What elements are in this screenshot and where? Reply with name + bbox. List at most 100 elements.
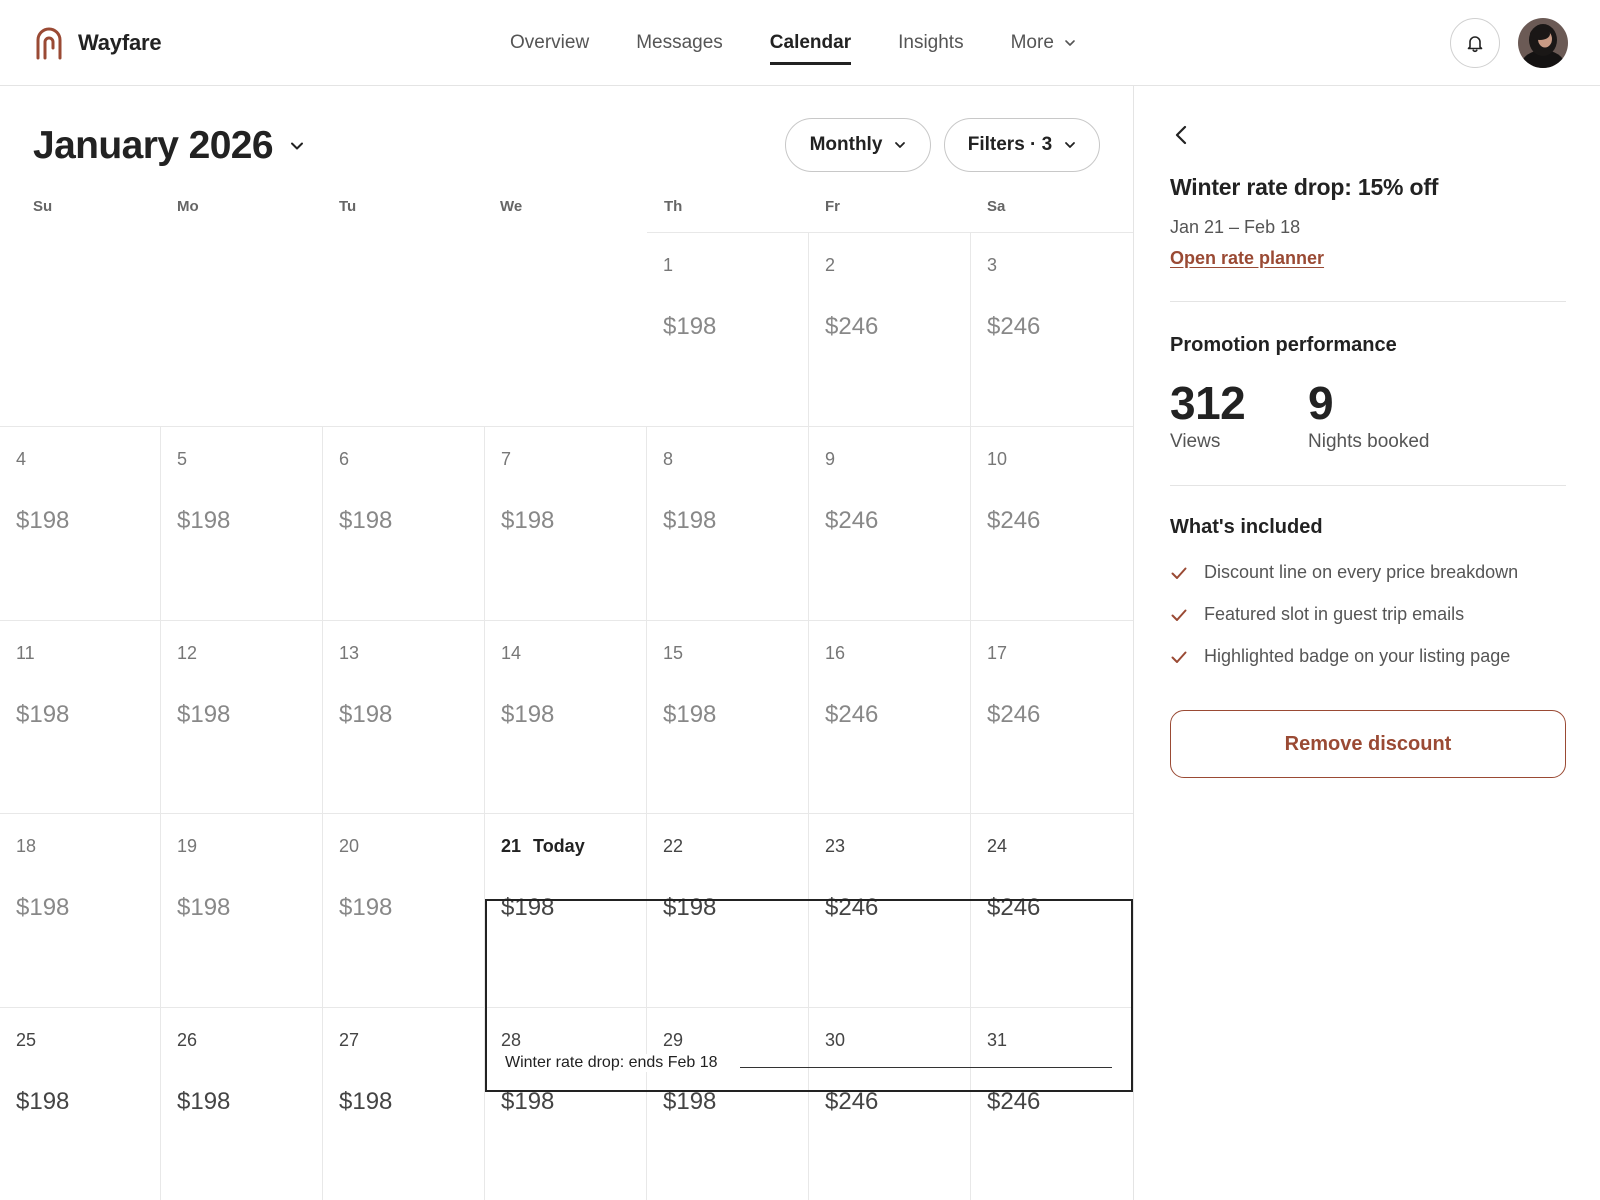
day-price: $198 [339, 701, 393, 728]
day-price: $198 [663, 507, 717, 534]
check-icon [1171, 567, 1187, 579]
calendar-day-cell[interactable]: 28 $198 [485, 1007, 647, 1200]
day-number: 25 [16, 1030, 37, 1050]
views-stat-label: Views [1170, 431, 1221, 452]
calendar-day-cell[interactable]: 18 $198 [0, 813, 161, 1007]
back-button[interactable] [1168, 122, 1194, 148]
calendar-day-cell[interactable]: 6 $198 [323, 426, 485, 620]
included-item-label: Featured slot in guest trip emails [1204, 604, 1465, 624]
calendar-day-cell[interactable]: 22 $198 [647, 813, 809, 1007]
calendar-day-cell[interactable]: 24 $246 [971, 813, 1133, 1007]
check-icon [1171, 651, 1187, 663]
calendar-day-cell[interactable]: 7 $198 [485, 426, 647, 620]
weekday-label: Mo [177, 198, 199, 215]
day-number: 11 [16, 643, 35, 663]
chevron-down-icon [290, 142, 303, 150]
day-price: $246 [987, 1088, 1041, 1115]
nav-messages[interactable]: Messages [636, 0, 723, 86]
nav-calendar[interactable]: Calendar [769, 0, 852, 86]
user-avatar[interactable] [1518, 18, 1568, 68]
day-number: 7 [501, 449, 512, 469]
calendar-day-cell[interactable]: 5 $198 [161, 426, 323, 620]
included-item-label: Highlighted badge on your listing page [1204, 646, 1511, 666]
view-mode-dropdown[interactable]: Monthly [785, 118, 931, 172]
views-stat-value: 312 [1170, 377, 1246, 429]
day-price: $246 [825, 1088, 879, 1115]
calendar-day-cell[interactable]: 12 $198 [161, 620, 323, 814]
day-price: $198 [16, 507, 70, 534]
weekday-label: Sa [987, 198, 1006, 215]
day-price: $246 [987, 507, 1041, 534]
day-price: $198 [501, 701, 555, 728]
calendar-day-cell[interactable]: 2 $246 [809, 232, 971, 426]
day-price: $198 [16, 701, 70, 728]
open-rate-planner-link[interactable]: Open rate planner [1170, 248, 1324, 269]
remove-discount-button[interactable]: Remove discount [1170, 710, 1566, 778]
nav-more[interactable]: More [1011, 0, 1076, 86]
calendar-day-cell[interactable]: 16 $246 [809, 620, 971, 814]
day-number: 20 [339, 836, 360, 856]
included-item: Highlighted badge on your listing page [1170, 646, 1510, 667]
day-number: 17 [987, 643, 1008, 663]
filters-label: Filters · 3 [967, 134, 1053, 155]
day-number: 2 [825, 255, 836, 275]
calendar-day-cell[interactable]: 26 $198 [161, 1007, 323, 1200]
calendar-day-cell[interactable]: 1 $198 [647, 232, 809, 426]
day-price: $198 [339, 1088, 393, 1115]
divider [1170, 485, 1566, 486]
avatar-image [1518, 18, 1568, 68]
day-price: $198 [177, 1088, 231, 1115]
weekday-label: Tu [339, 198, 357, 215]
day-price: $246 [825, 313, 879, 340]
promotion-range-label: Winter rate drop: ends Feb 18 [505, 1054, 718, 1072]
month-selector[interactable]: January 2026 [33, 124, 305, 168]
notifications-button[interactable] [1450, 18, 1500, 68]
main-nav: Overview Messages Calendar Insights More [510, 0, 1123, 86]
calendar-day-cell[interactable]: 25 $198 [0, 1007, 161, 1200]
calendar-day-cell[interactable]: 8 $198 [647, 426, 809, 620]
calendar-day-cell[interactable]: 29 $198 [647, 1007, 809, 1200]
brand[interactable]: Wayfare [34, 26, 162, 60]
day-number: 9 [825, 449, 836, 469]
day-price: $198 [177, 507, 231, 534]
calendar-day-cell[interactable]: 20 $198 [323, 813, 485, 1007]
day-number: 6 [339, 449, 350, 469]
day-number: 19 [177, 836, 198, 856]
calendar-day-cell[interactable]: 31 $246 [971, 1007, 1133, 1200]
calendar-day-cell[interactable]: 17 $246 [971, 620, 1133, 814]
calendar-day-cell[interactable]: 15 $198 [647, 620, 809, 814]
nav-insights[interactable]: Insights [898, 0, 963, 86]
day-price: $198 [663, 894, 717, 921]
calendar-day-cell[interactable]: 14 $198 [485, 620, 647, 814]
calendar-day-cell[interactable]: 10 $246 [971, 426, 1133, 620]
day-number: 21 [501, 836, 522, 856]
calendar-day-cell[interactable]: 3 $246 [971, 232, 1133, 426]
day-number: 4 [16, 449, 27, 469]
nav-overview[interactable]: Overview [510, 0, 589, 86]
calendar-day-cell[interactable]: 9 $246 [809, 426, 971, 620]
day-number: 5 [177, 449, 188, 469]
day-price: $198 [177, 701, 231, 728]
calendar-day-cell[interactable]: 19 $198 [161, 813, 323, 1007]
included-item: Featured slot in guest trip emails [1170, 604, 1464, 625]
calendar-day-cell[interactable]: 21 Today $198 [485, 813, 647, 1007]
bell-icon [1467, 36, 1483, 53]
top-nav: Wayfare Overview Messages Calendar Insig… [0, 0, 1600, 86]
calendar-day-cell[interactable]: 23 $246 [809, 813, 971, 1007]
calendar-day-cell[interactable]: 11 $198 [0, 620, 161, 814]
view-mode-label: Monthly [809, 134, 883, 155]
day-price: $198 [663, 1088, 717, 1115]
check-icon [1171, 609, 1187, 621]
day-number: 24 [987, 836, 1008, 856]
calendar-day-cell[interactable]: 4 $198 [0, 426, 161, 620]
weekday-label: Su [33, 198, 53, 215]
day-price: $198 [501, 1088, 555, 1115]
day-price: $246 [987, 894, 1041, 921]
calendar-day-cell[interactable]: 13 $198 [323, 620, 485, 814]
day-number: 28 [501, 1030, 522, 1050]
calendar-day-cell[interactable]: 27 $198 [323, 1007, 485, 1200]
calendar-day-cell[interactable]: 30 $246 [809, 1007, 971, 1200]
filters-dropdown[interactable]: Filters · 3 [944, 118, 1100, 172]
day-price: $198 [177, 894, 231, 921]
day-number: 14 [501, 643, 522, 663]
